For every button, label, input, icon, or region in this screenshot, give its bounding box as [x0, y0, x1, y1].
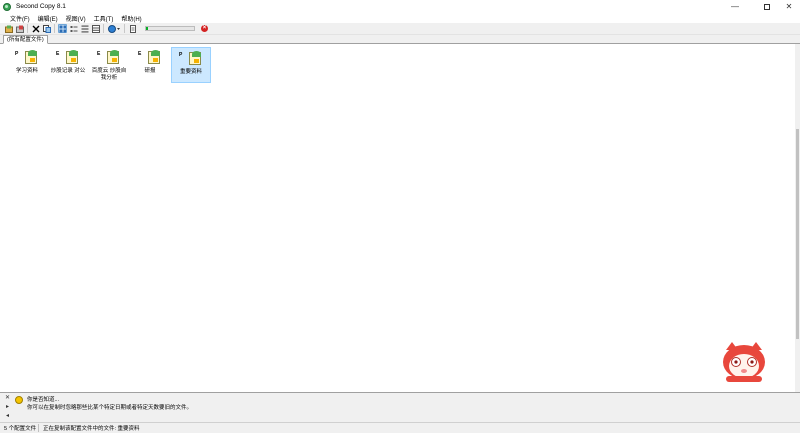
maximize-icon: [764, 3, 770, 10]
maximize-button[interactable]: [756, 0, 778, 13]
tip-text: 你可以在复制时忽略那些比某个特定日期或者特定天数要旧的文件。: [27, 405, 193, 411]
profile-label: 百度云 炒股自我分析: [91, 68, 127, 81]
tip-next-button[interactable]: ▸: [4, 403, 11, 411]
large-icons-icon: [59, 25, 66, 32]
minimize-button[interactable]: —: [724, 0, 746, 13]
close-button[interactable]: ✕: [778, 0, 800, 13]
small-icons-view-button[interactable]: [69, 24, 78, 33]
profile-label: 重要资料: [179, 69, 202, 75]
small-icons-icon: [70, 25, 77, 32]
profile-item-4[interactable]: P 重要资料: [171, 47, 211, 83]
cat-mascot-icon: [723, 342, 765, 382]
new-profile-button[interactable]: [4, 24, 13, 33]
tip-close-button[interactable]: ✕: [4, 394, 11, 402]
scrollbar-thumb[interactable]: [796, 129, 799, 339]
document-icon: [129, 24, 136, 33]
large-icons-view-button[interactable]: [58, 24, 67, 33]
toolbar-separator: [54, 24, 55, 33]
profile-type-marker: E: [138, 51, 142, 57]
profile-icon: E: [97, 50, 121, 66]
properties-icon: [42, 24, 51, 33]
profile-document-icon: [148, 50, 160, 64]
profile-document-icon: [25, 50, 37, 64]
details-icon: [91, 24, 100, 33]
menu-file[interactable]: 文件(F): [6, 14, 34, 23]
profile-item-3[interactable]: E 研报: [130, 47, 170, 83]
profile-item-2[interactable]: E 百度云 炒股自我分析: [89, 47, 129, 83]
list-icon: [81, 25, 88, 32]
delete-profile-button[interactable]: [31, 24, 40, 33]
menu-edit[interactable]: 编辑(E): [34, 14, 62, 23]
log-button[interactable]: [128, 24, 137, 33]
profile-type-marker: E: [97, 51, 101, 57]
menu-help[interactable]: 帮助(H): [117, 14, 145, 23]
toolbar: ×: [0, 23, 800, 35]
profile-label: 学习资料: [15, 68, 38, 74]
progress-fill: [146, 27, 148, 30]
profiles-view: P 学习资料 E 炒股记录 对公 E 百度云 炒股自我分析 E 研报 P 重要资…: [0, 44, 795, 392]
delete-icon: [32, 25, 39, 32]
window-title: Second Copy 8.1: [16, 3, 66, 10]
details-view-button[interactable]: [91, 24, 100, 33]
tip-pane: ✕ ▸ ◂ 你是否知道... 你可以在复制时忽略那些比某个特定日期或者特定天数要…: [0, 392, 800, 422]
app-icon: [3, 2, 11, 11]
profile-document-icon: [189, 51, 201, 65]
tip-title: 你是否知道...: [27, 397, 60, 403]
profile-type-marker: P: [179, 52, 183, 58]
vertical-scrollbar[interactable]: [795, 44, 800, 392]
profile-document-icon: [66, 50, 78, 64]
globe-icon: [107, 24, 120, 33]
tab-all-profiles[interactable]: (所有配置文件): [3, 35, 48, 44]
tip-previous-button[interactable]: ◂: [4, 412, 11, 420]
new-profile-icon: [4, 25, 13, 33]
toolbar-separator: [103, 24, 104, 33]
profile-icon: P: [179, 51, 203, 67]
profile-icon: E: [56, 50, 80, 66]
menu-bar: 文件(F) 编辑(E) 视图(V) 工具(T) 帮助(H): [0, 13, 800, 23]
profile-document-icon: [107, 50, 119, 64]
toolbar-separator: [124, 24, 125, 33]
profile-type-marker: P: [15, 51, 19, 57]
status-bar: 5 个配置文件 正在复制该配置文件中的文件: 重要资料: [0, 422, 800, 433]
properties-button[interactable]: [42, 24, 51, 33]
title-bar: Second Copy 8.1 — ✕: [0, 0, 800, 13]
menu-view[interactable]: 视图(V): [62, 14, 90, 23]
profile-icon: E: [138, 50, 162, 66]
profile-icon: P: [15, 50, 39, 66]
toolbar-separator: [27, 24, 28, 33]
menu-tools[interactable]: 工具(T): [90, 14, 118, 23]
profile-label: 炒股记录 对公: [50, 68, 86, 74]
profile-item-1[interactable]: E 炒股记录 对公: [48, 47, 88, 83]
list-view-button[interactable]: [80, 24, 89, 33]
profile-label: 研报: [144, 68, 156, 74]
tip-bulb-icon: [15, 396, 23, 404]
status-message: 正在复制该配置文件中的文件: 重要资料: [43, 426, 140, 432]
profile-tab-strip: (所有配置文件): [0, 35, 800, 44]
copy-progress-bar: [145, 26, 195, 31]
edit-profile-button[interactable]: [15, 24, 24, 33]
run-dropdown-button[interactable]: [107, 24, 121, 33]
edit-profile-icon: [15, 25, 24, 33]
stop-button[interactable]: ×: [201, 25, 208, 32]
profile-count: 5 个配置文件: [4, 426, 37, 432]
profile-type-marker: E: [56, 51, 60, 57]
profile-item-0[interactable]: P 学习资料: [7, 47, 47, 83]
